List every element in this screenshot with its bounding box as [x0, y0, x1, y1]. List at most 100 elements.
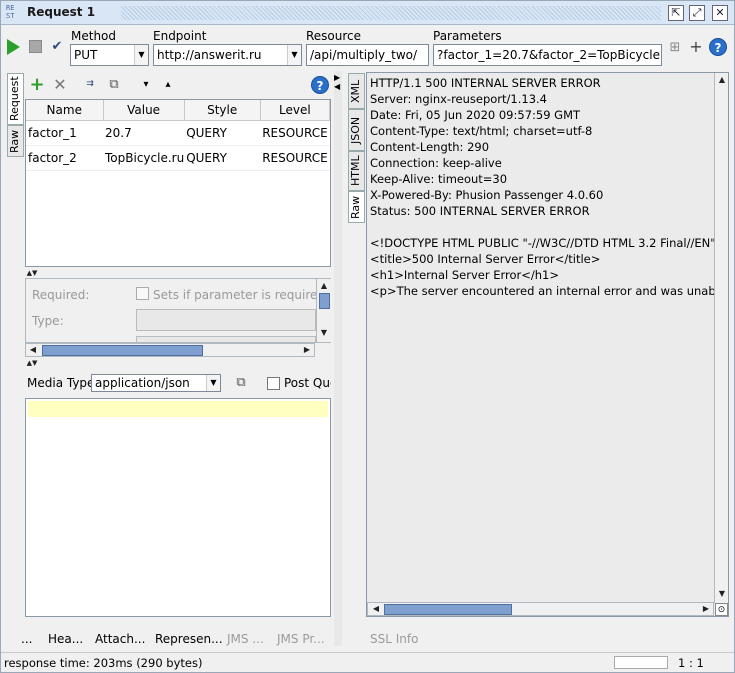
scroll-left-icon[interactable]: ◀ — [370, 603, 382, 615]
response-line: Content-Type: text/html; charset=utf-8 — [370, 124, 593, 138]
column-header-value[interactable]: Value — [103, 100, 185, 121]
response-text: HTTP/1.1 500 INTERNAL SERVER ERROR Serve… — [370, 75, 714, 599]
submit-request-icon[interactable] — [7, 39, 20, 55]
required-checkbox[interactable] — [136, 287, 149, 300]
type-label: Type: — [32, 314, 64, 328]
scroll-right-icon[interactable]: ▶ — [301, 344, 313, 356]
tab-jms-headers[interactable]: JMS ... — [227, 632, 264, 646]
required-label: Required: — [32, 288, 90, 302]
tab-ssl-info[interactable]: SSL Info — [370, 632, 418, 646]
rest-logo-icon: RE ST — [6, 4, 15, 20]
column-header-level[interactable]: Level — [260, 100, 331, 121]
tab-auth[interactable]: ... — [21, 632, 32, 646]
scroll-right-icon[interactable]: ▶ — [700, 603, 712, 615]
tab-json[interactable]: JSON — [348, 109, 365, 151]
response-vscrollbar[interactable]: ▲ ▼ — [714, 73, 728, 603]
close-icon[interactable]: ✕ — [712, 5, 728, 21]
splitter-arrows-icon[interactable]: ▶ ◀ — [334, 73, 340, 91]
title-bar-drag-area[interactable] — [121, 6, 661, 20]
zoom-icon[interactable]: ⊙ — [715, 603, 728, 616]
checkmark-icon[interactable]: ✔ — [49, 39, 65, 55]
move-up-icon[interactable]: ▴ — [160, 77, 176, 93]
scroll-down-icon[interactable]: ▼ — [318, 327, 330, 339]
tab-representations[interactable]: Represen... — [155, 632, 223, 646]
grid-icon[interactable]: ⊞ — [667, 40, 683, 56]
param-style[interactable]: QUERY — [184, 145, 261, 171]
endpoint-select[interactable]: http://answerit.ru ▼ — [153, 44, 302, 66]
response-line: Date: Fri, 05 Jun 2020 09:57:59 GMT — [370, 108, 581, 122]
response-line: Server: nginx-reuseport/1.13.4 — [370, 92, 547, 106]
scroll-thumb[interactable] — [319, 293, 330, 309]
response-line — [370, 219, 714, 235]
media-type-select[interactable]: application/json ▼ — [91, 374, 221, 392]
resource-input[interactable]: /api/multiply_two/ — [306, 44, 429, 66]
table-row[interactable]: factor_1 20.7 QUERY RESOURCE — [26, 120, 330, 146]
dock-icon[interactable]: ⇱ — [668, 5, 684, 21]
table-row[interactable]: factor_2 TopBicycle.ru QUERY RESOURCE — [26, 145, 330, 171]
param-value[interactable]: TopBicycle.ru — [103, 145, 185, 171]
post-query-checkbox[interactable] — [267, 377, 280, 390]
clone-icon[interactable]: ⧉ — [106, 77, 122, 93]
parameters-input[interactable]: ?factor_1=20.7&factor_2=TopBicycle.ru — [433, 44, 662, 66]
hscroll-thumb[interactable] — [42, 345, 203, 356]
resource-label: Resource — [306, 29, 362, 43]
main-splitter[interactable]: ▶ ◀ — [334, 71, 342, 646]
chevron-down-icon[interactable]: ▼ — [206, 375, 220, 391]
tab-html[interactable]: HTML — [348, 151, 365, 191]
params-help-icon[interactable]: ? — [311, 76, 329, 94]
param-style[interactable]: QUERY — [184, 120, 261, 146]
response-raw-view[interactable]: HTTP/1.1 500 INTERNAL SERVER ERROR Serve… — [366, 72, 729, 617]
tab-raw-response[interactable]: Raw — [348, 191, 365, 223]
param-level[interactable]: RESOURCE — [260, 145, 330, 171]
params-table: Name Value Style Level factor_1 20.7 QUE… — [26, 100, 331, 171]
param-level[interactable]: RESOURCE — [260, 120, 330, 146]
column-header-style[interactable]: Style — [184, 100, 261, 121]
url-icon[interactable]: ⇉ — [82, 76, 98, 92]
tab-headers[interactable]: Hea... — [48, 632, 83, 646]
scroll-left-icon[interactable]: ◀ — [27, 344, 39, 356]
column-header-name[interactable]: Name — [26, 100, 104, 121]
recreate-icon[interactable]: ⧉ — [233, 375, 249, 391]
cancel-request-icon[interactable] — [29, 40, 42, 53]
add-parameter-icon[interactable]: + — [29, 76, 45, 94]
plus-icon[interactable]: + — [688, 39, 704, 55]
hscroll-thumb[interactable] — [384, 604, 512, 615]
scroll-up-icon[interactable]: ▲ — [716, 74, 728, 86]
status-bar: response time: 203ms (290 bytes) 1 : 1 — [1, 652, 734, 672]
tab-xml[interactable]: XML — [348, 73, 365, 109]
response-line: Connection: keep-alive — [370, 156, 502, 170]
help-icon[interactable]: ? — [709, 38, 727, 56]
type-field[interactable] — [136, 309, 316, 331]
response-line: Keep-Alive: timeout=30 — [370, 172, 508, 186]
chevron-down-icon[interactable]: ▼ — [287, 45, 301, 65]
maximize-icon[interactable]: ⤢ — [689, 5, 705, 21]
params-table-panel: Name Value Style Level factor_1 20.7 QUE… — [25, 99, 331, 267]
method-select[interactable]: PUT ▼ — [70, 44, 149, 66]
window-title: Request 1 — [27, 5, 96, 19]
current-line-highlight — [28, 401, 328, 417]
request-body-editor[interactable] — [25, 398, 331, 617]
cursor-position: 1 : 1 — [678, 656, 704, 670]
splitter-arrows-icon[interactable]: ▲▼ — [26, 357, 38, 369]
tab-raw-request[interactable]: Raw — [7, 125, 24, 157]
response-hscrollbar[interactable]: ◀ ▶ — [367, 602, 714, 616]
param-name[interactable]: factor_2 — [26, 145, 103, 171]
scroll-up-icon[interactable]: ▲ — [318, 280, 330, 292]
param-name[interactable]: factor_1 — [26, 120, 103, 146]
move-down-icon[interactable]: ▾ — [138, 77, 154, 93]
scroll-down-icon[interactable]: ▼ — [716, 588, 728, 600]
chevron-down-icon[interactable]: ▼ — [134, 45, 148, 65]
response-line: <title>500 Internal Server Error</title> — [370, 252, 601, 266]
tab-jms-properties[interactable]: JMS Pr... — [277, 632, 325, 646]
tab-request[interactable]: Request — [7, 73, 24, 125]
detail-scrollbar[interactable]: ▲ ▼ — [316, 279, 331, 342]
response-line: <p>The server encountered an internal er… — [370, 284, 714, 298]
media-type-label: Media Type — [27, 376, 95, 390]
param-value[interactable]: 20.7 — [103, 120, 185, 146]
detail-hscrollbar[interactable]: ◀ ▶ — [25, 343, 315, 357]
method-label: Method — [71, 29, 117, 43]
remove-parameter-icon[interactable]: ✕ — [52, 77, 68, 93]
response-line: Content-Length: 290 — [370, 140, 490, 154]
required-checkbox-label: Sets if parameter is required — [153, 288, 325, 302]
tab-attachments[interactable]: Attach... — [95, 632, 145, 646]
